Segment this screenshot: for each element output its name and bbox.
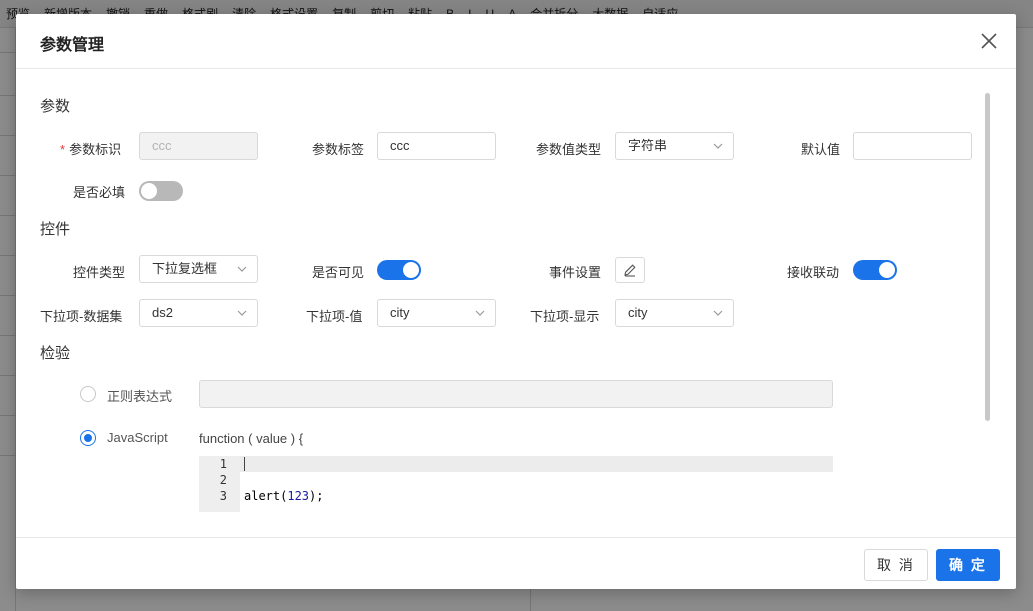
javascript-radio[interactable] (80, 430, 96, 446)
regex-input[interactable] (199, 380, 833, 408)
visible-toggle-label: 是否可见 (312, 265, 365, 280)
required-toggle-label: 是否必填 (73, 185, 126, 200)
default-value-label: 默认值 (801, 142, 841, 157)
close-icon[interactable] (980, 32, 998, 50)
param-tag-input[interactable]: ccc (377, 132, 496, 160)
confirm-button[interactable]: 确 定 (936, 549, 1000, 581)
dialog-header: 参数管理 (16, 14, 1016, 69)
section-title-validation: 检验 (40, 345, 71, 362)
param-id-label: * 参数标识 (60, 139, 121, 158)
code-fn: alert( (244, 489, 288, 503)
param-type-select[interactable]: 字符串 (615, 132, 734, 160)
active-line-highlight (240, 456, 833, 472)
text-cursor (244, 457, 245, 471)
section-title-control: 控件 (40, 221, 71, 238)
dropdown-value-label: 下拉项-值 (306, 309, 363, 324)
dialog-footer: 取 消 确 定 (16, 537, 1016, 589)
linkage-toggle[interactable] (853, 260, 897, 280)
editor-gutter: 1 2 3 (199, 456, 240, 512)
code-number: 123 (287, 489, 310, 503)
dropdown-dataset-select[interactable]: ds2 (139, 299, 258, 327)
linkage-toggle-label: 接收联动 (787, 265, 840, 280)
param-tag-label: 参数标签 (312, 142, 365, 157)
dialog-title: 参数管理 (40, 37, 105, 54)
scrollbar[interactable] (985, 93, 990, 421)
control-type-label: 控件类型 (73, 265, 126, 280)
param-id-label-text: 参数标识 (69, 142, 122, 157)
toggle-knob (879, 262, 895, 278)
required-toggle[interactable] (139, 181, 183, 201)
javascript-radio-label: JavaScript (107, 430, 168, 445)
required-asterisk: * (60, 142, 66, 157)
code-editor[interactable]: 1 2 3 alert(123); (199, 456, 833, 512)
dropdown-display-label: 下拉项-显示 (530, 309, 600, 324)
chevron-down-icon (713, 143, 723, 149)
toggle-knob (141, 183, 157, 199)
code-line-3: alert(123); (244, 489, 324, 503)
dropdown-value-select[interactable]: city (377, 299, 496, 327)
chevron-down-icon (475, 310, 485, 316)
toggle-knob (403, 262, 419, 278)
dropdown-dataset-value: ds2 (152, 305, 173, 320)
dropdown-value-value: city (390, 305, 410, 320)
dropdown-display-value: city (628, 305, 648, 320)
chevron-down-icon (713, 310, 723, 316)
section-title-param: 参数 (40, 98, 71, 115)
chevron-down-icon (237, 310, 247, 316)
dropdown-display-select[interactable]: city (615, 299, 734, 327)
control-type-value: 下拉复选框 (152, 261, 218, 276)
cancel-button[interactable]: 取 消 (864, 549, 928, 581)
code-suffix: ); (309, 489, 324, 503)
control-type-select[interactable]: 下拉复选框 (139, 255, 258, 283)
function-signature: function ( value ) { (199, 431, 304, 446)
dropdown-dataset-label: 下拉项-数据集 (40, 309, 123, 324)
param-type-label: 参数值类型 (536, 142, 602, 157)
param-id-input[interactable]: ccc (139, 132, 258, 160)
param-management-dialog: 参数管理 参数 * 参数标识 ccc 参数标签 ccc 参数值类型 字符串 默认值… (16, 14, 1016, 589)
line-number: 1 (219, 457, 227, 471)
regex-radio[interactable] (80, 386, 96, 402)
line-number: 3 (219, 489, 227, 503)
dialog-body: 参数 * 参数标识 ccc 参数标签 ccc 参数值类型 字符串 默认值 是否必填… (16, 69, 1016, 537)
edit-icon (624, 264, 636, 277)
line-number: 2 (219, 473, 227, 487)
default-value-input[interactable] (853, 132, 972, 160)
event-settings-button[interactable] (615, 257, 645, 283)
param-type-value: 字符串 (628, 138, 668, 153)
event-settings-label: 事件设置 (549, 265, 602, 280)
regex-radio-label: 正则表达式 (107, 389, 173, 404)
chevron-down-icon (237, 266, 247, 272)
visible-toggle[interactable] (377, 260, 421, 280)
